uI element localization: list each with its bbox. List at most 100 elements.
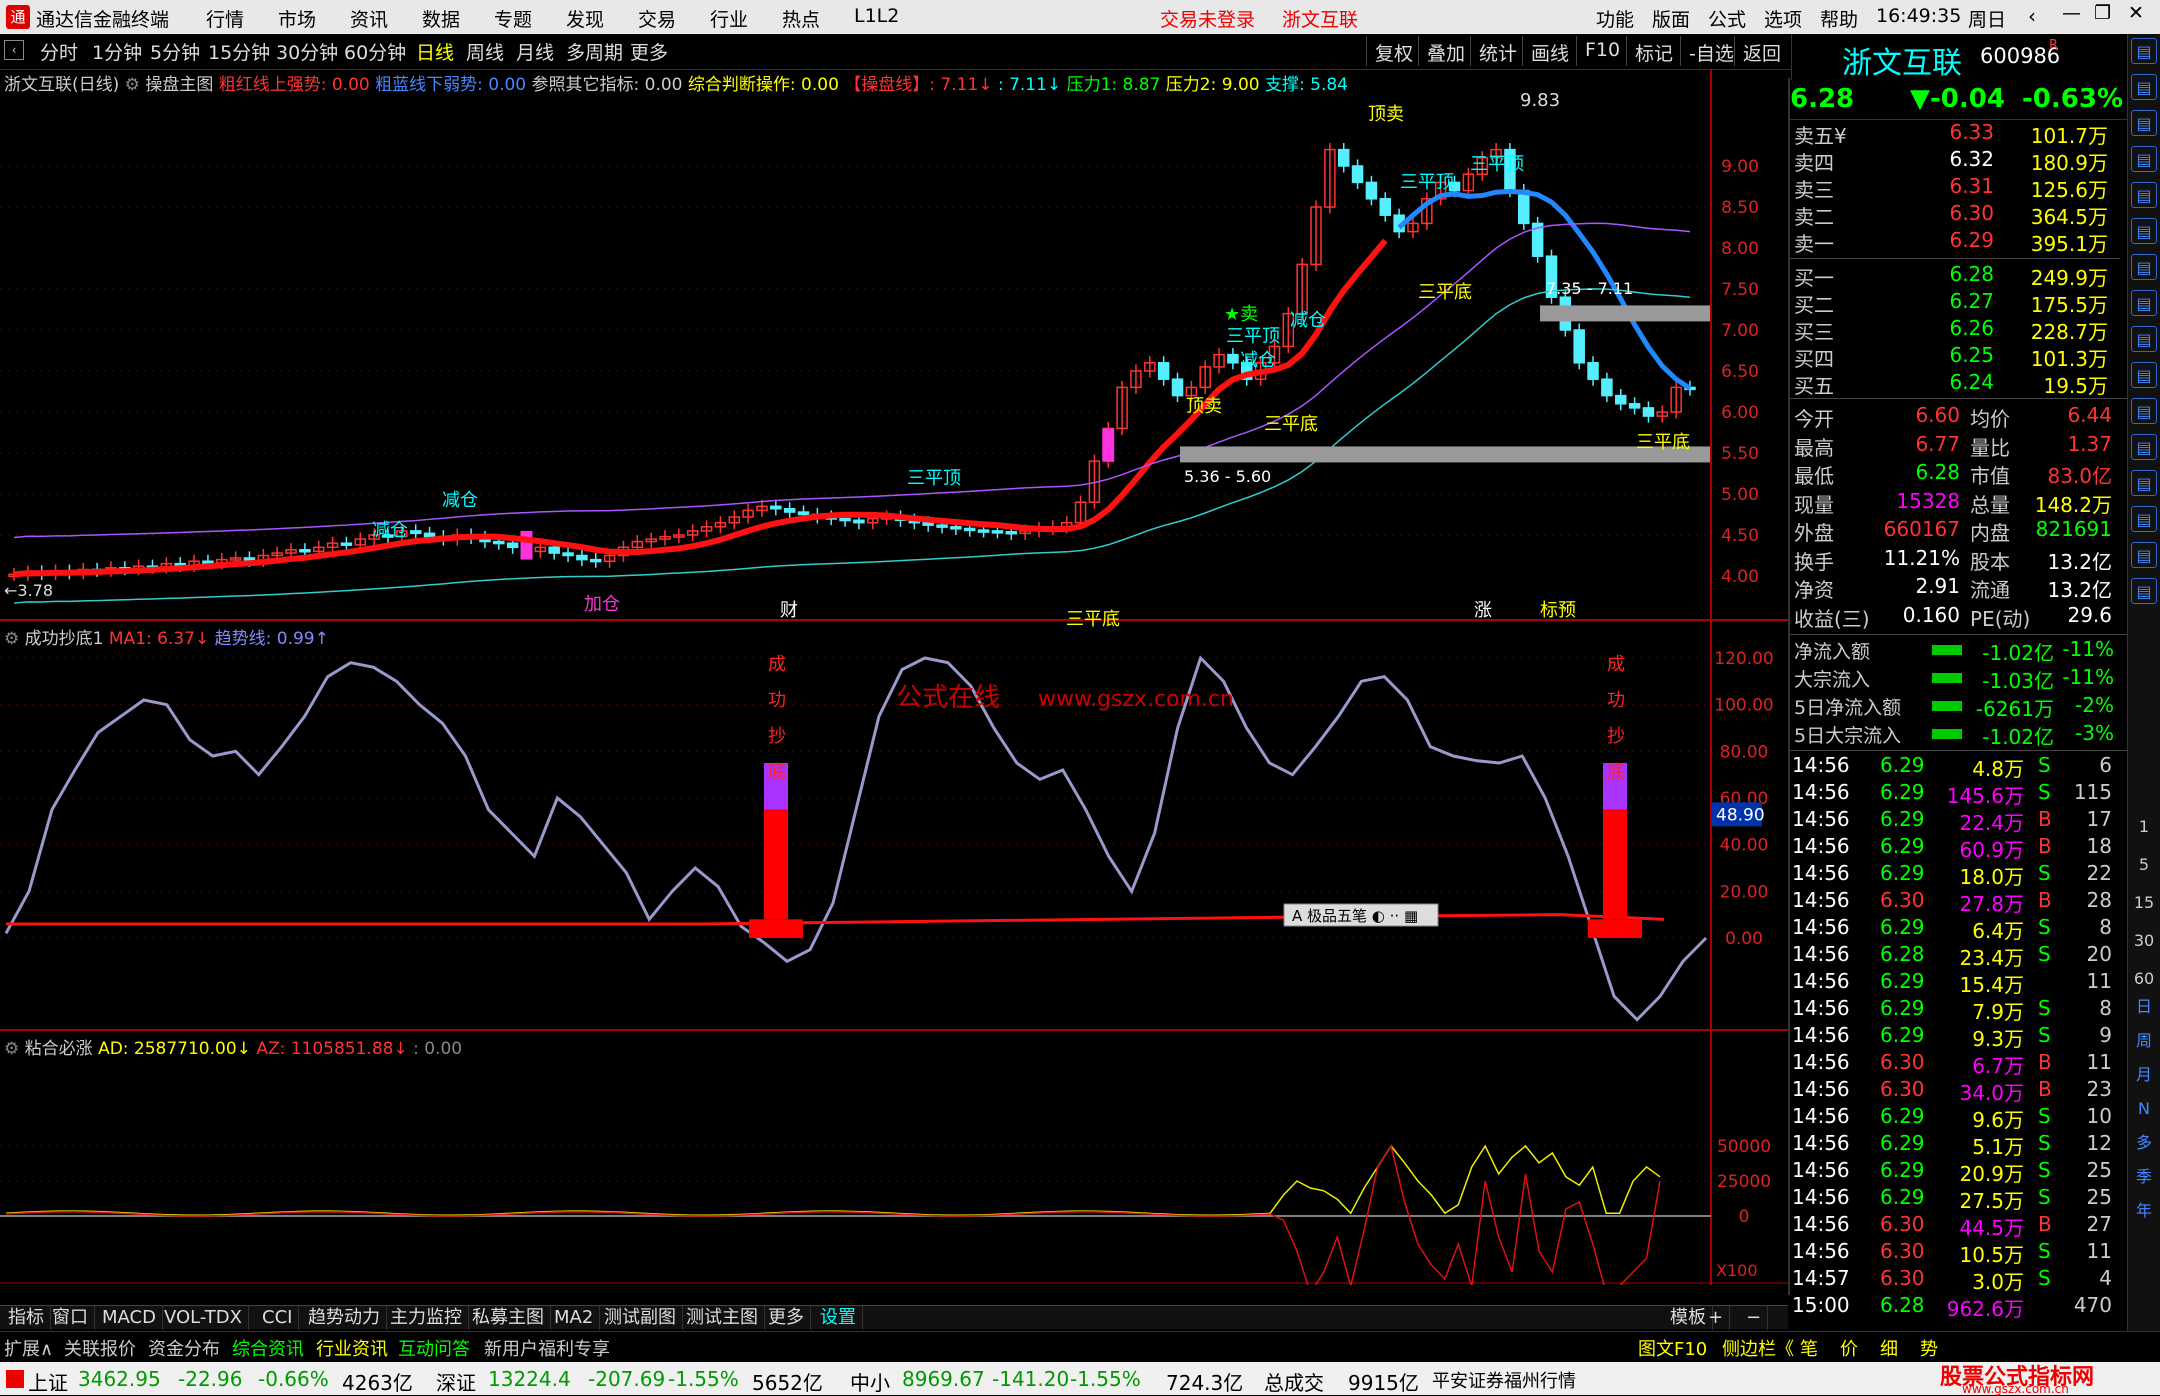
bottom-link[interactable]: 资金分布 xyxy=(148,1335,220,1361)
menu-item[interactable]: 行业 xyxy=(710,5,748,32)
settings-icon[interactable]: ⚙ xyxy=(125,75,140,95)
tab-0[interactable]: 指标 xyxy=(2,1306,51,1330)
side-tool-icon[interactable]: ▤ xyxy=(2131,218,2157,244)
stock-alert[interactable]: 浙文互联 xyxy=(1282,5,1358,32)
settings-icon[interactable]: ⚙ xyxy=(4,629,19,649)
sh-name[interactable]: 上证 xyxy=(28,1367,68,1396)
ask-row[interactable]: 卖一 6.29 395.1万 xyxy=(1790,228,2114,256)
side-period-icon[interactable]: 年 xyxy=(2131,1198,2157,1224)
tool-button[interactable]: 返回 xyxy=(1734,36,1789,66)
period-6[interactable]: 日线 xyxy=(416,38,454,65)
right-menu-item[interactable]: 功能 xyxy=(1596,5,1634,32)
close-icon[interactable]: ✕ xyxy=(2128,2,2144,24)
ask-row[interactable]: 卖五¥ 6.33 101.7万 xyxy=(1790,120,2114,148)
back-icon[interactable]: ‹ xyxy=(2028,4,2036,28)
side-tool-icon[interactable]: ▤ xyxy=(2131,578,2157,604)
side-tool-icon[interactable]: ▤ xyxy=(2131,398,2157,424)
side-tool-icon[interactable]: ▤ xyxy=(2131,110,2157,136)
menu-item[interactable]: 专题 xyxy=(494,5,532,32)
menu-item[interactable]: 资讯 xyxy=(350,5,388,32)
bid-row[interactable]: 买四 6.25 101.3万 xyxy=(1790,343,2114,371)
side-period-icon[interactable]: 季 xyxy=(2131,1164,2157,1190)
collapse-icon[interactable]: ‹ xyxy=(4,40,24,60)
ask-row[interactable]: 卖三 6.31 125.6万 xyxy=(1790,174,2114,202)
tab-11[interactable]: 更多 xyxy=(762,1306,811,1330)
tick-list[interactable]: 14:56 6.29 4.8万 S 6 14:56 6.29 145.6万 S 115 14:56 6… xyxy=(1790,750,2130,1321)
bottom-right-link[interactable]: 细 xyxy=(1880,1335,1898,1361)
side-tool-icon[interactable]: ▤ xyxy=(2131,254,2157,280)
menu-item[interactable]: 行情 xyxy=(206,5,244,32)
period-4[interactable]: 30分钟 xyxy=(276,38,338,65)
side-period-icon[interactable]: 日 xyxy=(2131,994,2157,1020)
tool-button[interactable]: 画线 xyxy=(1522,36,1577,66)
side-tool-icon[interactable]: ▤ xyxy=(2131,182,2157,208)
panel2-title[interactable]: 成功抄底1 xyxy=(25,629,104,649)
restore-icon[interactable]: ❐ xyxy=(2094,2,2111,24)
tab-12[interactable]: 设置 xyxy=(814,1306,863,1330)
tool-button[interactable]: F10 xyxy=(1576,36,1628,66)
right-menu-item[interactable]: 公式 xyxy=(1708,5,1746,32)
tool-button[interactable]: -自选 xyxy=(1680,36,1742,66)
side-tool-icon[interactable]: ▤ xyxy=(2131,470,2157,496)
side-tool-icon[interactable]: ▤ xyxy=(2131,290,2157,316)
tab-1[interactable]: 窗口 xyxy=(46,1306,95,1330)
side-period[interactable]: 15 xyxy=(2131,890,2157,916)
bottom-link[interactable]: 关联报价 xyxy=(64,1335,136,1361)
tool-button[interactable]: 标记 xyxy=(1626,36,1681,66)
side-period-icon[interactable]: 月 xyxy=(2131,1062,2157,1088)
side-tool-icon[interactable]: ▤ xyxy=(2131,506,2157,532)
side-period-icon[interactable]: N xyxy=(2131,1096,2157,1122)
tab-4[interactable]: CCI xyxy=(256,1306,300,1330)
side-period[interactable]: 1 xyxy=(2131,814,2157,840)
bottom-link[interactable]: 行业资讯 xyxy=(316,1335,388,1361)
period-3[interactable]: 15分钟 xyxy=(208,38,270,65)
bottom-right-link[interactable]: 笔 xyxy=(1800,1335,1818,1361)
tool-button[interactable]: 复权 xyxy=(1366,36,1421,66)
period-0[interactable]: 分时 xyxy=(40,38,78,65)
bottom-right-link[interactable]: 势 xyxy=(1920,1335,1938,1361)
chart-area[interactable]: 9.00 8.50 8.00 7.50 7.00 6.50 6.00 5.50 5.00 4.50… xyxy=(0,70,1788,1307)
period-2[interactable]: 5分钟 xyxy=(150,38,200,65)
tool-button[interactable]: 统计 xyxy=(1470,36,1525,66)
side-tool-icon[interactable]: ▤ xyxy=(2131,74,2157,100)
zx-name[interactable]: 中小 xyxy=(850,1367,890,1396)
menu-item[interactable]: 发现 xyxy=(566,5,604,32)
side-period-icon[interactable]: 多 xyxy=(2131,1130,2157,1156)
side-tool-icon[interactable]: ▤ xyxy=(2131,326,2157,352)
side-tool-icon[interactable]: ▤ xyxy=(2131,434,2157,460)
bid-row[interactable]: 买一 6.28 249.9万 xyxy=(1790,262,2114,290)
bid-row[interactable]: 买二 6.27 175.5万 xyxy=(1790,289,2114,317)
period-7[interactable]: 周线 xyxy=(466,38,504,65)
bottom-right-link[interactable]: 侧边栏《 xyxy=(1722,1335,1794,1361)
side-period[interactable]: 60 xyxy=(2131,966,2157,992)
period-9[interactable]: 多周期 xyxy=(566,38,623,65)
tab-3[interactable]: VOL-TDX xyxy=(158,1306,249,1330)
ask-row[interactable]: 卖二 6.30 364.5万 xyxy=(1790,201,2114,229)
tab-right[interactable]: − xyxy=(1740,1306,1769,1330)
tab-8[interactable]: MA2 xyxy=(548,1306,601,1330)
right-menu-item[interactable]: 帮助 xyxy=(1820,5,1858,32)
period-8[interactable]: 月线 xyxy=(516,38,554,65)
panel1-indicator-name[interactable]: 操盘主图 xyxy=(145,75,213,95)
period-10[interactable]: 更多 xyxy=(630,38,668,65)
bottom-right-link[interactable]: 价 xyxy=(1840,1335,1858,1361)
tool-button[interactable]: 叠加 xyxy=(1418,36,1473,66)
login-warning[interactable]: 交易未登录 xyxy=(1160,5,1255,32)
side-period[interactable]: 5 xyxy=(2131,852,2157,878)
side-period[interactable]: 30 xyxy=(2131,928,2157,954)
tab-9[interactable]: 测试副图 xyxy=(598,1306,683,1330)
right-menu-item[interactable]: 版面 xyxy=(1652,5,1690,32)
side-period-icon[interactable]: 周 xyxy=(2131,1028,2157,1054)
minimize-icon[interactable]: — xyxy=(2062,2,2081,24)
side-tool-icon[interactable]: ▤ xyxy=(2131,146,2157,172)
side-tool-icon[interactable]: ▤ xyxy=(2131,362,2157,388)
bid-row[interactable]: 买三 6.26 228.7万 xyxy=(1790,316,2114,344)
menu-item[interactable]: L1L2 xyxy=(854,5,899,27)
bottom-link[interactable]: 综合资讯 xyxy=(232,1335,304,1361)
bottom-link[interactable]: 扩展∧ xyxy=(4,1335,53,1361)
bottom-link[interactable]: 互动问答 xyxy=(398,1335,470,1361)
tab-2[interactable]: MACD xyxy=(96,1306,163,1330)
sz-name[interactable]: 深证 xyxy=(436,1367,476,1396)
menu-item[interactable]: 交易 xyxy=(638,5,676,32)
right-menu-item[interactable]: 选项 xyxy=(1764,5,1802,32)
